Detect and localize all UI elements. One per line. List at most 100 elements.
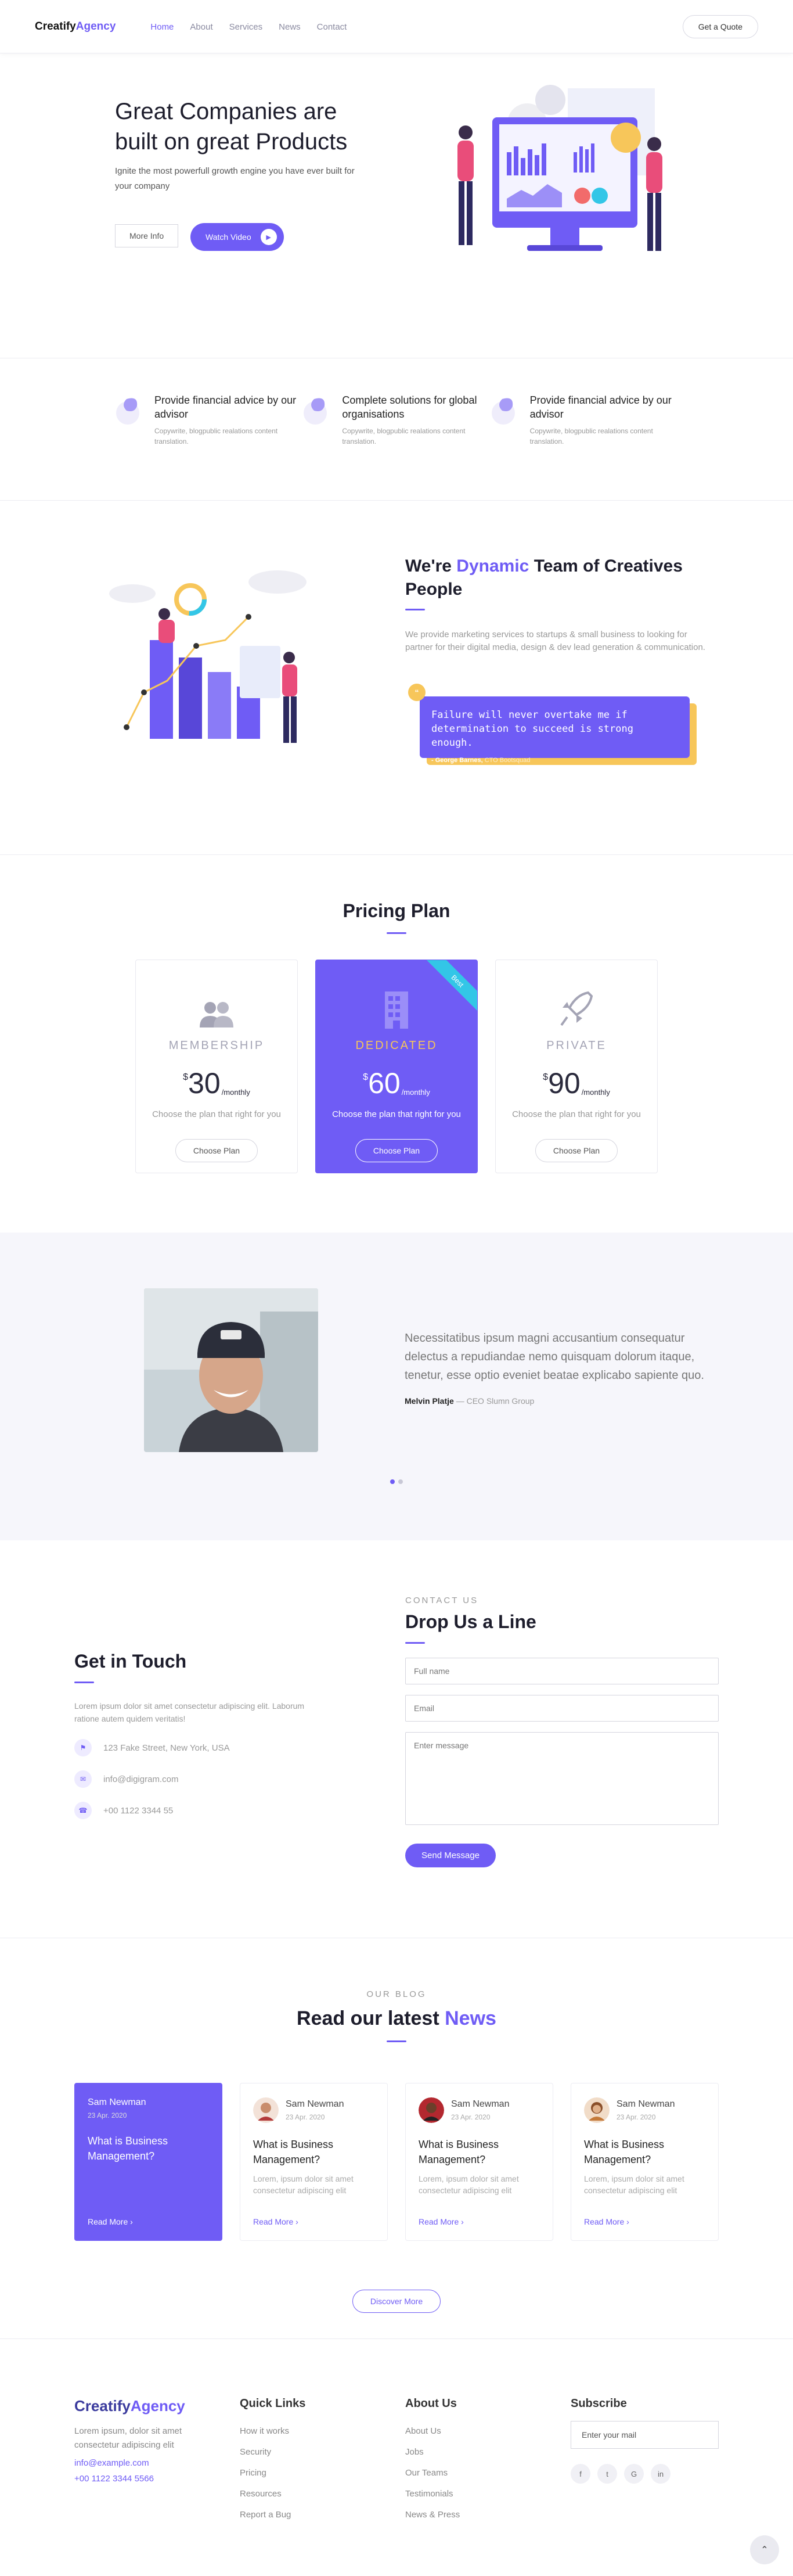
chevron-right-icon: ›: [295, 2217, 298, 2226]
choose-plan-button[interactable]: Choose Plan: [175, 1139, 258, 1162]
send-message-button[interactable]: Send Message: [405, 1844, 496, 1867]
blog-section: OUR BLOG Read our latest News Sam Newman…: [0, 1938, 793, 2339]
post-excerpt: Lorem, ipsum dolor sit amet consectetur …: [419, 2174, 519, 2195]
more-info-button[interactable]: More Info: [115, 224, 179, 247]
message-textarea[interactable]: Enter message: [405, 1732, 719, 1825]
full-name-input[interactable]: Full name: [405, 1658, 719, 1684]
blog-title-pre: Read our latest: [297, 2007, 445, 2029]
site-footer: CreatifyAgency Lorem ipsum, dolor sit am…: [0, 2339, 793, 2576]
google-icon[interactable]: G: [624, 2464, 644, 2484]
facebook-icon[interactable]: f: [571, 2464, 590, 2484]
features-section: Provide financial advice by our advisor …: [0, 358, 793, 501]
footer-brand: CreatifyAgency Lorem ipsum, dolor sit am…: [74, 2397, 190, 2484]
title-underline: [405, 1642, 425, 1644]
read-more-link[interactable]: Read More ›: [253, 2217, 298, 2226]
post-title: What is Business Management?: [88, 2135, 168, 2162]
contact-email[interactable]: ✉ info@digigram.com: [74, 1770, 330, 1788]
plan-price: $60/monthly: [316, 1069, 477, 1098]
twitter-icon[interactable]: t: [597, 2464, 617, 2484]
team-text: We provide marketing services to startup…: [405, 630, 705, 652]
feature-desc: Copywrite, blogpublic realations content…: [154, 427, 278, 445]
subscribe-email-input[interactable]: Enter your mail: [571, 2421, 719, 2449]
feature-blob-icon: [116, 398, 139, 425]
email-input[interactable]: Email: [405, 1695, 719, 1722]
get-quote-button[interactable]: Get a Quote: [682, 15, 758, 38]
logo[interactable]: CreatifyAgency: [35, 20, 116, 33]
read-more-link[interactable]: Read More ›: [584, 2217, 629, 2226]
footer-link[interactable]: About Us: [405, 2421, 460, 2442]
footer-link[interactable]: Resources: [240, 2484, 305, 2505]
hero-subtitle: Ignite the most powerfull growth engine …: [115, 166, 355, 191]
feature-blob-icon: [304, 398, 327, 425]
carousel-dot[interactable]: [390, 1479, 395, 1484]
feature-blob-icon: [491, 398, 515, 425]
footer-link[interactable]: Testimonials: [405, 2484, 460, 2505]
quote-card: Failure will never overtake me if determ…: [408, 684, 697, 784]
nav-contact[interactable]: Contact: [317, 22, 347, 32]
choose-plan-button[interactable]: Choose Plan: [355, 1139, 438, 1162]
post-author: Sam Newman: [286, 2099, 344, 2109]
contact-form: CONTACT US Drop Us a Line Full name Emai…: [405, 1596, 719, 1867]
footer-link[interactable]: Report a Bug: [240, 2505, 305, 2525]
footer-about-links: About Us About Us Jobs Our Teams Testimo…: [405, 2397, 460, 2525]
footer-quick-links: Quick Links How it works Security Pricin…: [240, 2397, 305, 2525]
footer-logo-text: Creatify: [74, 2397, 131, 2415]
nav-home[interactable]: Home: [150, 22, 174, 32]
plan-name: MEMBERSHIP: [168, 1039, 265, 1052]
blog-post-card[interactable]: Sam Newman 23 Apr. 2020 What is Business …: [571, 2083, 719, 2241]
footer-email[interactable]: info@example.com: [74, 2458, 190, 2468]
team-title-pre: We're: [405, 556, 457, 576]
read-more-link[interactable]: Read More ›: [88, 2217, 133, 2226]
contact-phone-text: +00 1122 3344 55: [103, 1805, 174, 1816]
team-section: We're Dynamic Team of Creatives People W…: [0, 501, 793, 855]
footer-phone[interactable]: +00 1122 3344 5566: [74, 2474, 190, 2484]
blog-post-card[interactable]: Sam Newman 23 Apr. 2020 What is Business …: [405, 2083, 553, 2241]
discover-more-button[interactable]: Discover More: [352, 2290, 441, 2313]
site-header: CreatifyAgency Home About Services News …: [0, 0, 793, 53]
blog-post-card[interactable]: Sam Newman 23 Apr. 2020 What is Business …: [240, 2083, 388, 2241]
social-links: f t G in: [571, 2464, 719, 2484]
users-icon: [200, 1002, 233, 1027]
title-underline: [387, 932, 406, 934]
mail-icon: ✉: [74, 1770, 92, 1788]
linkedin-icon[interactable]: in: [651, 2464, 671, 2484]
footer-link[interactable]: Security: [240, 2442, 305, 2463]
plan-card-dedicated: Best DEDICATED $60/monthly Choose the pl…: [315, 960, 478, 1173]
nav-services[interactable]: Services: [229, 22, 263, 32]
contact-info-title: Get in Touch: [74, 1651, 187, 1672]
feature-item: Complete solutions for global organisati…: [302, 393, 490, 447]
back-to-top-button[interactable]: ⌃: [750, 2535, 779, 2564]
feature-desc: Copywrite, blogpublic realations content…: [342, 427, 466, 445]
carousel-dot[interactable]: [398, 1479, 403, 1484]
post-excerpt: Lorem, ipsum dolor sit amet consectetur …: [584, 2174, 684, 2195]
choose-plan-button[interactable]: Choose Plan: [535, 1139, 618, 1162]
title-underline: [387, 2040, 406, 2042]
contact-info: Get in Touch Lorem ipsum dolor sit amet …: [74, 1651, 330, 1819]
post-author: Sam Newman: [617, 2099, 675, 2109]
contact-phone[interactable]: ☎ +00 1122 3344 55: [74, 1802, 330, 1819]
footer-link[interactable]: Our Teams: [405, 2463, 460, 2484]
nav-news[interactable]: News: [279, 22, 301, 32]
post-title: What is Business Management?: [253, 2139, 334, 2165]
nav-about[interactable]: About: [190, 22, 212, 32]
price-currency: $: [543, 1072, 549, 1082]
watch-video-button[interactable]: Watch Video ▶: [190, 223, 284, 251]
footer-logo[interactable]: CreatifyAgency: [74, 2397, 190, 2415]
quote-author-name: - George Barnes,: [431, 757, 483, 764]
plan-price: $90/monthly: [496, 1069, 657, 1098]
read-more-label: Read More: [584, 2217, 625, 2226]
pricing-plans: MEMBERSHIP $30/monthly Choose the plan t…: [0, 960, 793, 1173]
testimonial-author-name: Melvin Platje: [405, 1396, 454, 1406]
footer-link[interactable]: Jobs: [405, 2442, 460, 2463]
quote-text: Failure will never overtake me if determ…: [431, 709, 633, 749]
footer-link[interactable]: How it works: [240, 2421, 305, 2442]
footer-link[interactable]: News & Press: [405, 2505, 460, 2525]
contact-form-title: Drop Us a Line: [405, 1611, 536, 1632]
chevron-right-icon: ›: [130, 2217, 133, 2226]
chevron-right-icon: ›: [626, 2217, 629, 2226]
read-more-link[interactable]: Read More ›: [419, 2217, 464, 2226]
blog-post-card[interactable]: Sam Newman 23 Apr. 2020 What is Business…: [74, 2083, 222, 2241]
footer-link[interactable]: Pricing: [240, 2463, 305, 2484]
main-nav: Home About Services News Contact: [150, 22, 347, 32]
plan-desc: Choose the plan that right for you: [512, 1109, 641, 1119]
